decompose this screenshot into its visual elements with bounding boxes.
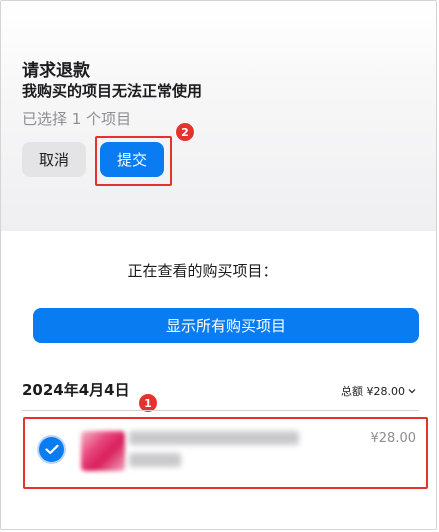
annotation-badge-2: 2 (176, 123, 194, 141)
submit-highlight-box (95, 136, 172, 186)
purchase-total-text: 总额 ¥28.00 (341, 385, 405, 398)
purchase-date: 2024年4月4日 (22, 381, 130, 399)
cancel-button[interactable]: 取消 (22, 142, 86, 177)
purchase-total[interactable]: 总额 ¥28.00 (341, 383, 416, 399)
chevron-down-icon (408, 389, 416, 394)
dialog-title: 请求退款 (22, 61, 90, 81)
show-all-purchases-button[interactable]: 显示所有购买项目 (33, 308, 419, 343)
refund-reason: 我购买的项目无法正常使用 (22, 82, 203, 100)
selected-count-note: 已选择 1 个项目 (22, 110, 132, 128)
item-highlight-box (23, 417, 428, 489)
refund-page: 请求退款 我购买的项目无法正常使用 已选择 1 个项目 取消 提交 2 正在查看… (0, 0, 437, 530)
date-divider (22, 410, 419, 411)
viewing-purchases-label: 正在查看的购买项目： (127, 262, 278, 280)
